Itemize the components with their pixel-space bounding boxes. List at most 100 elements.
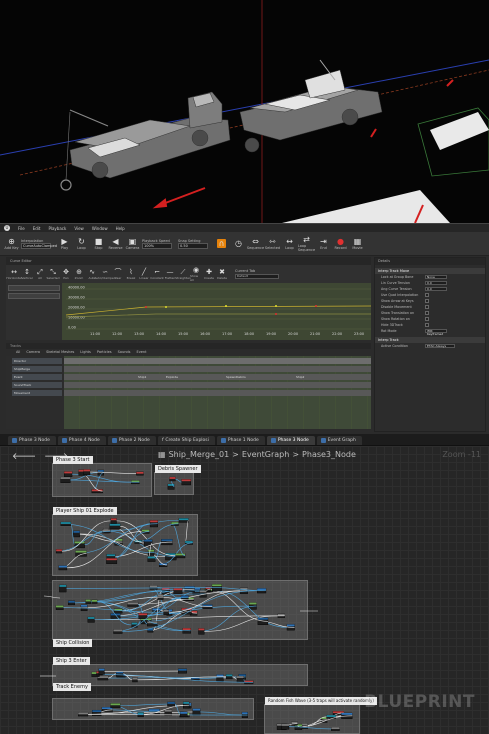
track-row[interactable]: Movement [6, 390, 371, 396]
current-tab-select[interactable]: Default [235, 274, 279, 279]
curve-constant-button[interactable]: ⌐ Constant [150, 268, 164, 280]
blueprint-node[interactable] [110, 703, 121, 709]
menu-edit[interactable]: Edit [33, 226, 41, 231]
checkbox[interactable] [425, 311, 429, 315]
stop-button[interactable]: ■ Stop [91, 237, 106, 250]
blueprint-node[interactable] [192, 708, 201, 716]
track-tab-camera[interactable]: Camera [26, 349, 40, 356]
blueprint-node[interactable] [87, 616, 95, 623]
blueprint-node[interactable] [138, 613, 148, 619]
blueprint-node[interactable] [60, 476, 71, 483]
curve-create-button[interactable]: ✚ Create [203, 268, 215, 280]
blueprint-node[interactable] [175, 553, 186, 559]
blueprint-node[interactable] [110, 613, 121, 619]
curve-break-button[interactable]: ⌇ Break [125, 268, 137, 280]
blueprint-graph[interactable]: 🡐 🡒 ▦ Ship_Merge_01 > EventGraph > Phase… [0, 445, 489, 734]
snap-toggle-button[interactable]: ∩ [214, 239, 229, 248]
blueprint-node[interactable] [78, 712, 89, 717]
blueprint-node[interactable] [216, 674, 224, 682]
checkbox[interactable] [425, 299, 429, 303]
movie-button[interactable]: ▦ Movie [350, 237, 365, 250]
track-tab-all[interactable]: All [16, 349, 20, 356]
tab-phase2-node[interactable]: Phase 2 Node [107, 436, 156, 445]
playback-speed-select[interactable]: 100% [142, 242, 172, 249]
selected-button[interactable]: ⇿ Selected [265, 237, 280, 250]
curve-selected-button[interactable]: ⤡ Selected [47, 268, 60, 280]
curve-delete-button[interactable]: ✖ Delete [216, 268, 228, 280]
track-row[interactable]: SoundTrack [6, 382, 371, 388]
blueprint-node[interactable] [149, 585, 158, 590]
curve-line[interactable] [65, 313, 371, 318]
active-condition-select[interactable]: ETAC Always [425, 343, 455, 349]
tab-create-ship-explosion[interactable]: f Create Ship Explosi [157, 436, 215, 445]
checkbox[interactable] [425, 305, 429, 309]
blueprint-node[interactable] [113, 629, 123, 634]
menu-help[interactable]: Help [116, 226, 125, 231]
blueprint-node[interactable] [109, 523, 121, 530]
track-row[interactable]: Event Ship1 Explode SpawnDebris Ship2 [6, 374, 371, 380]
blueprint-node[interactable] [68, 600, 75, 606]
curve-key[interactable] [145, 306, 147, 308]
tab-event-graph[interactable]: Event Graph [316, 436, 362, 445]
curve-vertical-button[interactable]: ↕ Vertical [21, 268, 33, 280]
blueprint-node[interactable] [178, 518, 189, 523]
blueprint-node[interactable] [58, 565, 68, 571]
track-event-key[interactable]: Ship1 [138, 374, 146, 380]
track-event-key[interactable]: Ship2 [296, 374, 304, 380]
blueprint-node[interactable] [167, 483, 175, 490]
curve-key[interactable] [275, 313, 277, 315]
track-tab-lights[interactable]: Lights [80, 349, 91, 356]
menu-playback[interactable]: Playback [48, 226, 66, 231]
blueprint-node[interactable] [110, 518, 117, 524]
blueprint-node[interactable] [132, 677, 138, 683]
curve-pan-button[interactable]: ✥ Pan [60, 268, 72, 280]
loop-sequence-button[interactable]: ⇄ Loop Sequence [298, 235, 315, 252]
track-row[interactable]: Director [6, 358, 371, 364]
curve-key[interactable] [225, 305, 227, 307]
curve-linear-button[interactable]: ╱ Linear [138, 268, 150, 280]
curve-user-button[interactable]: ⌒ User [112, 268, 124, 280]
sequence-button[interactable]: ⇔ Sequence [247, 237, 264, 250]
snap-setting-select[interactable]: 0.50 [178, 242, 208, 249]
blueprint-node[interactable] [85, 599, 91, 604]
loop-range-button[interactable]: ↔ Loop [282, 237, 297, 250]
blueprint-node[interactable] [147, 556, 156, 562]
curve-all-button[interactable]: ⤢ All [34, 268, 46, 280]
blueprint-node[interactable] [60, 521, 71, 526]
tab-phase1-node[interactable]: Phase 1 Node [216, 436, 265, 445]
blueprint-node[interactable] [331, 727, 340, 731]
camera-button[interactable]: ▣ Camera [125, 237, 140, 250]
curve-zoom-button[interactable]: ⊕ Zoom [73, 268, 85, 280]
checkbox[interactable] [425, 293, 429, 297]
blueprint-node[interactable] [106, 558, 118, 564]
blueprint-node[interactable] [169, 476, 176, 482]
blueprint-node[interactable] [115, 671, 124, 677]
curve-show-all-button[interactable]: ◉ Show All [190, 266, 202, 282]
blueprint-node[interactable] [59, 584, 67, 593]
curve-straighten-button[interactable]: ⟋ Straighten [175, 268, 191, 280]
curve-key[interactable] [275, 305, 277, 307]
blueprint-node[interactable] [73, 530, 80, 538]
snap-time-button[interactable]: ◷ [231, 239, 246, 248]
blueprint-node[interactable] [98, 668, 105, 675]
blueprint-node[interactable] [91, 599, 98, 604]
blueprint-node[interactable] [55, 605, 64, 610]
reverse-button[interactable]: ◀ Reverse [108, 237, 123, 250]
checkbox[interactable] [425, 323, 429, 327]
blueprint-node[interactable] [281, 723, 290, 730]
blueprint-node[interactable] [127, 602, 139, 607]
curve-horizontal-button[interactable]: ↔ Horizontal [6, 268, 21, 280]
curve-key[interactable] [315, 305, 317, 307]
blueprint-node[interactable] [63, 471, 73, 477]
track-tab-skeletal[interactable]: Skeletal Meshes [46, 349, 74, 356]
tab-phase4-node[interactable]: Phase 4 Node [57, 436, 106, 445]
blueprint-node[interactable] [181, 479, 191, 486]
blueprint-node[interactable] [173, 588, 183, 595]
blueprint-node[interactable] [136, 471, 144, 476]
end-button[interactable]: ⇥ End [316, 237, 331, 250]
add-key-button[interactable]: ⊕ Add Key [4, 237, 19, 250]
blueprint-node[interactable] [163, 609, 169, 616]
curve-autoclamped-button[interactable]: ∽ Auto/Clamped [94, 268, 115, 280]
tab-phase3-node[interactable]: Phase 3 Node [8, 436, 56, 445]
track-tab-particles[interactable]: Particles [97, 349, 112, 356]
